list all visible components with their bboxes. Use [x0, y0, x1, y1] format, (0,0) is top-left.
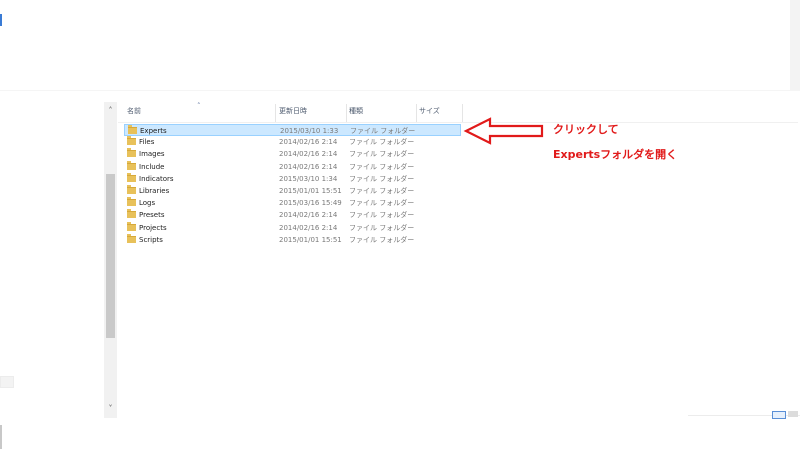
column-header-name[interactable]: 名前 [127, 106, 141, 122]
file-type: ファイル フォルダー [349, 138, 415, 147]
file-name: Files [139, 138, 155, 147]
large-icons-view-button[interactable] [788, 411, 798, 417]
file-name: Logs [139, 199, 156, 208]
file-date: 2014/02/16 2:14 [279, 150, 338, 159]
file-row[interactable]: Presets 2014/02/16 2:14 ファイル フォルダー [124, 209, 461, 221]
file-name: Indicators [139, 174, 174, 183]
file-name: Presets [139, 211, 165, 220]
file-date: 2014/02/16 2:14 [279, 162, 338, 171]
file-row[interactable]: Images 2014/02/16 2:14 ファイル フォルダー [124, 148, 461, 160]
file-row[interactable]: Libraries 2015/01/01 15:51 ファイル フォルダー [124, 185, 461, 197]
column-divider[interactable] [275, 104, 276, 122]
file-row[interactable]: Indicators 2015/03/10 1:34 ファイル フォルダー [124, 172, 461, 185]
file-name: Libraries [139, 187, 170, 195]
scroll-down-button[interactable]: ˅ [106, 404, 115, 414]
folder-icon [127, 221, 136, 231]
column-divider[interactable] [346, 104, 347, 122]
file-row[interactable]: Projects 2014/02/16 2:14 ファイル フォルダー [124, 221, 461, 234]
details-view-button[interactable] [772, 411, 786, 419]
file-type: ファイル フォルダー [349, 211, 415, 220]
file-type: ファイル フォルダー [349, 223, 415, 232]
file-row[interactable]: Logs 2015/03/16 15:49 ファイル フォルダー [124, 197, 461, 209]
file-date: 2015/03/10 1:34 [279, 174, 338, 183]
folder-icon [127, 197, 136, 207]
scrollbar-thumb[interactable] [106, 174, 115, 338]
background-panel [790, 0, 800, 90]
column-header-size[interactable]: サイズ [419, 106, 440, 122]
side-widget [0, 376, 14, 388]
folder-icon [127, 160, 136, 170]
folder-icon [127, 136, 136, 146]
file-date: 2014/02/16 2:14 [279, 211, 338, 220]
folder-icon [127, 148, 136, 158]
file-type: ファイル フォルダー [349, 187, 415, 195]
file-type: ファイル フォルダー [349, 199, 415, 208]
folder-icon [127, 172, 136, 182]
header-divider [118, 122, 798, 123]
file-row[interactable]: Scripts 2015/01/01 15:51 ファイル フォルダー [124, 233, 461, 246]
file-name: Include [139, 162, 165, 171]
column-divider[interactable] [416, 104, 417, 122]
folder-icon [127, 185, 136, 194]
sort-ascending-icon: ˄ [197, 102, 201, 110]
file-name: Projects [139, 223, 167, 232]
left-arrow-icon [463, 117, 544, 145]
file-row[interactable]: Include 2014/02/16 2:14 ファイル フォルダー [124, 160, 461, 173]
file-row[interactable]: Experts 2015/03/10 1:33 ファイル フォルダー [124, 124, 461, 136]
window-edge [0, 14, 2, 26]
annotation-text-line1: クリックして [553, 123, 619, 136]
file-name: Scripts [139, 235, 163, 244]
file-type: ファイル フォルダー [349, 162, 415, 171]
file-row[interactable]: Files 2014/02/16 2:14 ファイル フォルダー [124, 136, 461, 148]
folder-icon [128, 125, 137, 134]
file-date: 2014/02/16 2:14 [279, 138, 338, 147]
scroll-up-button[interactable]: ˄ [106, 106, 115, 116]
file-type: ファイル フォルダー [350, 127, 416, 135]
folder-icon [127, 209, 136, 219]
file-type: ファイル フォルダー [349, 235, 415, 244]
window-edge [0, 425, 2, 449]
file-name: Experts [140, 127, 167, 135]
column-header-type[interactable]: 種類 [349, 106, 363, 122]
file-type: ファイル フォルダー [349, 174, 415, 183]
file-date: 2015/03/10 1:33 [280, 127, 339, 135]
annotation-text-line2: Expertsフォルダを開く [553, 148, 678, 161]
column-header-date[interactable]: 更新日時 [279, 106, 307, 122]
file-type: ファイル フォルダー [349, 150, 415, 159]
folder-icon [127, 233, 136, 243]
file-date: 2015/03/16 15:49 [279, 199, 342, 208]
file-date: 2015/01/01 15:51 [279, 235, 342, 244]
file-date: 2015/01/01 15:51 [279, 187, 342, 195]
file-date: 2014/02/16 2:14 [279, 223, 338, 232]
divider [0, 90, 800, 91]
file-name: Images [139, 150, 165, 159]
